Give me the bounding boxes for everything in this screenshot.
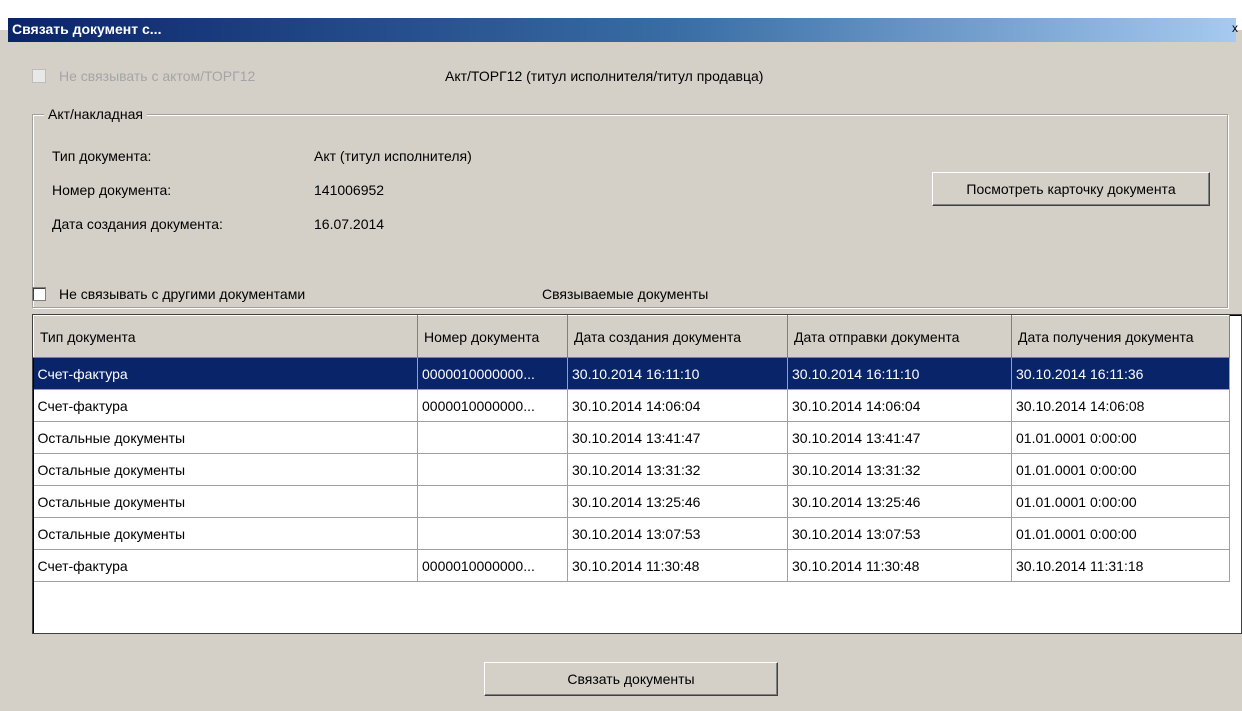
- cell-received: 01.01.0001 0:00:00: [1011, 421, 1230, 454]
- cell-received: 01.01.0001 0:00:00: [1011, 517, 1230, 550]
- cell-doc-number: 0000010000000...: [417, 389, 568, 422]
- cell-received: 01.01.0001 0:00:00: [1011, 453, 1230, 486]
- cell-sent: 30.10.2014 13:07:53: [787, 517, 1012, 550]
- checkbox-box[interactable]: [32, 287, 46, 301]
- cell-doc-number: [417, 517, 568, 550]
- cell-sent: 30.10.2014 16:11:10: [787, 357, 1012, 390]
- table-header-row: Тип документа Номер документа Дата созда…: [33, 315, 1230, 358]
- cell-sent: 30.10.2014 11:30:48: [787, 549, 1012, 582]
- table-row[interactable]: Остальные документы 30.10.2014 13:07:53 30…: [33, 517, 1230, 550]
- no-link-other-label: Не связывать с другими документами: [59, 286, 306, 302]
- column-header-sent[interactable]: Дата отправки документа: [787, 315, 1012, 358]
- cell-received: 01.01.0001 0:00:00: [1011, 485, 1230, 518]
- checkbox-box[interactable]: [32, 69, 46, 83]
- act-section-title: Акт/ТОРГ12 (титул исполнителя/титул прод…: [445, 68, 764, 84]
- cell-doc-number: 0000010000000...: [417, 357, 568, 390]
- doc-type-label: Тип документа:: [52, 148, 152, 164]
- doc-date-value: 16.07.2014: [314, 216, 385, 232]
- no-link-act-label: Не связывать с актом/ТОРГ12: [59, 68, 256, 84]
- cell-received: 30.10.2014 11:31:18: [1011, 549, 1230, 582]
- cell-received: 30.10.2014 14:06:08: [1011, 389, 1230, 422]
- cell-doc-number: [417, 453, 568, 486]
- cell-created: 30.10.2014 13:41:47: [567, 421, 788, 454]
- table-row[interactable]: Счет-фактура 0000010000000... 30.10.2014 1…: [33, 389, 1230, 422]
- cell-doc-type: Счет-фактура: [33, 389, 418, 422]
- close-icon[interactable]: x: [1228, 20, 1242, 36]
- doc-number-label: Номер документа:: [52, 182, 172, 198]
- cell-doc-type: Остальные документы: [33, 485, 418, 518]
- cell-doc-number: [417, 421, 568, 454]
- cell-sent: 30.10.2014 13:25:46: [787, 485, 1012, 518]
- dialog-body: Не связывать с актом/ТОРГ12 Акт/ТОРГ12 (…: [8, 42, 1242, 711]
- cell-doc-type: Счет-фактура: [33, 549, 418, 582]
- cell-created: 30.10.2014 13:31:32: [567, 453, 788, 486]
- no-link-other-checkbox[interactable]: Не связывать с другими документами: [32, 286, 305, 302]
- cell-created: 30.10.2014 11:30:48: [567, 549, 788, 582]
- view-document-card-button[interactable]: Посмотреть карточку документа: [932, 172, 1210, 206]
- cell-doc-type: Счет-фактура: [33, 357, 418, 390]
- cell-doc-type: Остальные документы: [33, 517, 418, 550]
- cell-sent: 30.10.2014 13:31:32: [787, 453, 1012, 486]
- cell-received: 30.10.2014 16:11:36: [1011, 357, 1230, 390]
- column-header-doc-type[interactable]: Тип документа: [33, 315, 418, 358]
- doc-date-label: Дата создания документа:: [52, 216, 223, 232]
- cell-doc-type: Остальные документы: [33, 421, 418, 454]
- linked-documents-table[interactable]: Тип документа Номер документа Дата созда…: [32, 314, 1242, 634]
- act-groupbox: [32, 114, 1228, 308]
- window-title: Связать документ с...: [12, 21, 162, 37]
- table-row[interactable]: Остальные документы 30.10.2014 13:41:47 30…: [33, 421, 1230, 454]
- cell-doc-type: Остальные документы: [33, 453, 418, 486]
- link-documents-button[interactable]: Связать документы: [484, 662, 778, 696]
- groupbox-legend: Акт/накладная: [44, 106, 147, 122]
- table-row[interactable]: Счет-фактура 0000010000000... 30.10.2014 1…: [33, 549, 1230, 582]
- table-row[interactable]: Остальные документы 30.10.2014 13:25:46 30…: [33, 485, 1230, 518]
- title-bar[interactable]: Связать документ с...: [8, 18, 1236, 42]
- table-row[interactable]: Остальные документы 30.10.2014 13:31:32 30…: [33, 453, 1230, 486]
- cell-doc-number: [417, 485, 568, 518]
- column-header-created[interactable]: Дата создания документа: [567, 315, 788, 358]
- doc-type-value: Акт (титул исполнителя): [314, 148, 472, 164]
- cell-created: 30.10.2014 13:07:53: [567, 517, 788, 550]
- cell-doc-number: 0000010000000...: [417, 549, 568, 582]
- doc-number-value: 141006952: [314, 182, 385, 198]
- link-documents-label: Связать документы: [567, 671, 695, 687]
- cell-created: 30.10.2014 14:06:04: [567, 389, 788, 422]
- column-header-doc-number[interactable]: Номер документа: [417, 315, 568, 358]
- cell-created: 30.10.2014 13:25:46: [567, 485, 788, 518]
- cell-sent: 30.10.2014 13:41:47: [787, 421, 1012, 454]
- linked-documents-title: Связываемые документы: [542, 286, 709, 302]
- table-row[interactable]: Счет-фактура 0000010000000... 30.10.2014 1…: [33, 357, 1230, 390]
- cell-sent: 30.10.2014 14:06:04: [787, 389, 1012, 422]
- cell-created: 30.10.2014 16:11:10: [567, 357, 788, 390]
- column-header-received[interactable]: Дата получения документа: [1011, 315, 1230, 358]
- no-link-act-checkbox[interactable]: Не связывать с актом/ТОРГ12: [32, 68, 255, 84]
- view-document-card-label: Посмотреть карточку документа: [966, 181, 1176, 197]
